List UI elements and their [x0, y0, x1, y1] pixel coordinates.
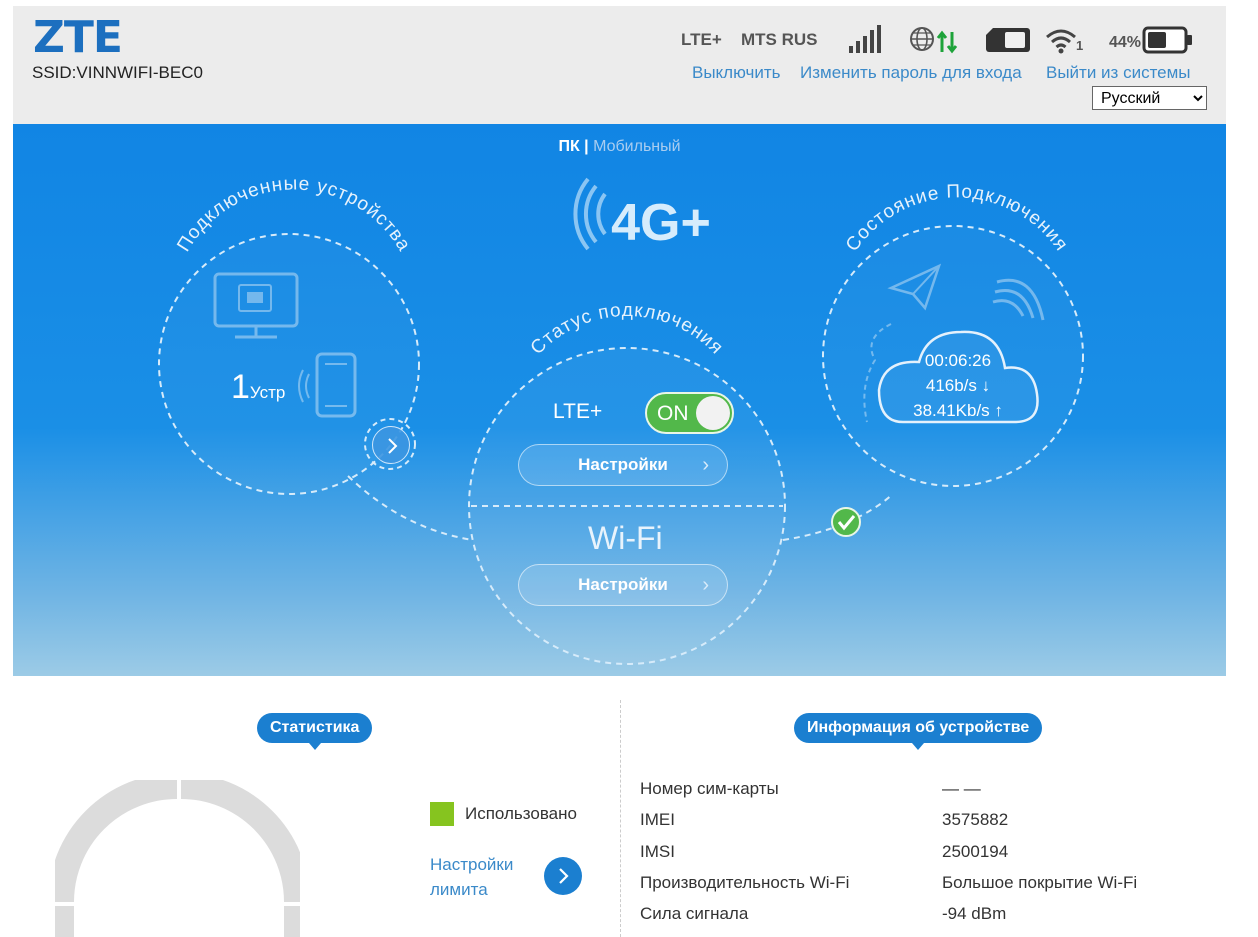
language-select[interactable]: Русский	[1092, 86, 1207, 110]
4g-plus-icon: 4G+	[573, 177, 711, 252]
info-label-sim: Номер сим-карты	[640, 779, 779, 798]
info-label-wifi-performance: Производительность Wi-Fi	[640, 873, 850, 892]
mode-pc-link[interactable]: ПК	[558, 138, 579, 155]
ssid-label: SSID:VINNWIFI-BEC0	[32, 63, 203, 82]
limit-settings-link[interactable]: Настройки лимита	[430, 852, 513, 902]
info-value-sim: — —	[942, 779, 981, 798]
chevron-right-icon: ›	[702, 574, 709, 596]
info-value-signal: -94 dBm	[942, 904, 1007, 923]
info-label-imsi: IMSI	[640, 842, 675, 861]
info-value-imei: 3575882	[942, 810, 1009, 829]
wifi-settings-button[interactable]: Настройки ›	[518, 564, 728, 606]
lte-label: LTE+	[553, 400, 603, 423]
info-label-signal: Сила сигнала	[640, 904, 749, 923]
logout-link[interactable]: Выйти из системы	[1046, 63, 1191, 83]
battery-percent: 44%	[1109, 34, 1142, 51]
device-count-number: 1	[231, 368, 250, 406]
change-password-link[interactable]: Изменить пароль для входа	[800, 63, 1022, 83]
4g-badge-text: 4G+	[611, 194, 711, 252]
wifi-client-count: 1	[1076, 38, 1084, 53]
info-value-imsi: 2500194	[942, 842, 1009, 861]
device-info-title: Информация об устройстве	[794, 713, 1043, 750]
connected-check-icon	[831, 507, 861, 537]
limit-settings-line2: лимита	[430, 880, 488, 899]
toggle-knob	[696, 396, 730, 430]
zte-logo: ZTE	[33, 12, 123, 63]
lte-settings-label: Настройки	[578, 455, 668, 474]
view-mode-switch: ПК | Мобильный	[13, 138, 1226, 156]
signal-strength-icon	[849, 25, 881, 53]
mode-mobile-link[interactable]: Мобильный	[593, 138, 680, 155]
mode-separator: |	[584, 138, 589, 155]
lte-toggle[interactable]: ON	[645, 392, 734, 434]
toggle-on-text: ON	[657, 402, 689, 425]
internet-connected-icon	[910, 27, 958, 54]
legend-used-label: Использовано	[465, 804, 577, 823]
info-value-wifi-performance: Большое покрытие Wi-Fi	[942, 873, 1138, 892]
chevron-right-icon	[559, 868, 569, 884]
lte-settings-button[interactable]: Настройки ›	[518, 444, 728, 486]
upload-speed: 38.41Kb/s ↑	[913, 401, 1003, 420]
sim-card-icon	[986, 28, 1030, 52]
download-speed: 416b/s ↓	[925, 376, 991, 395]
wifi-label: Wi-Fi	[588, 520, 663, 556]
wifi-settings-label: Настройки	[578, 575, 668, 594]
device-count-unit: Устр	[249, 383, 286, 402]
info-label-imei: IMEI	[640, 810, 675, 829]
statistics-title: Статистика	[257, 713, 373, 750]
chevron-right-icon: ›	[702, 454, 709, 476]
dashboard-hero: Подключенные устройства 4G+ Статус подкл…	[13, 124, 1226, 676]
device-count: 1Устр	[231, 368, 285, 407]
link-line-left	[347, 475, 474, 541]
devices-next-button[interactable]	[372, 426, 410, 464]
network-type: LTE+	[681, 30, 722, 49]
connection-stats: 00:06:26 416b/s ↓ 38.41Kb/s ↑	[893, 348, 1023, 423]
shutdown-link[interactable]: Выключить	[692, 63, 780, 83]
usage-donut-chart	[55, 780, 300, 937]
legend-used-swatch	[430, 802, 454, 826]
section-divider	[620, 700, 621, 937]
limit-settings-button[interactable]	[544, 857, 582, 895]
operator-name: MTS RUS	[741, 30, 818, 49]
chevron-right-icon	[388, 438, 398, 454]
battery-icon	[1142, 26, 1192, 54]
limit-settings-line1: Настройки	[430, 855, 514, 874]
connection-duration: 00:06:26	[924, 351, 992, 370]
top-header: ZTE SSID:VINNWIFI-BEC0 LTE+ MTS RUS 1 44…	[13, 6, 1226, 124]
